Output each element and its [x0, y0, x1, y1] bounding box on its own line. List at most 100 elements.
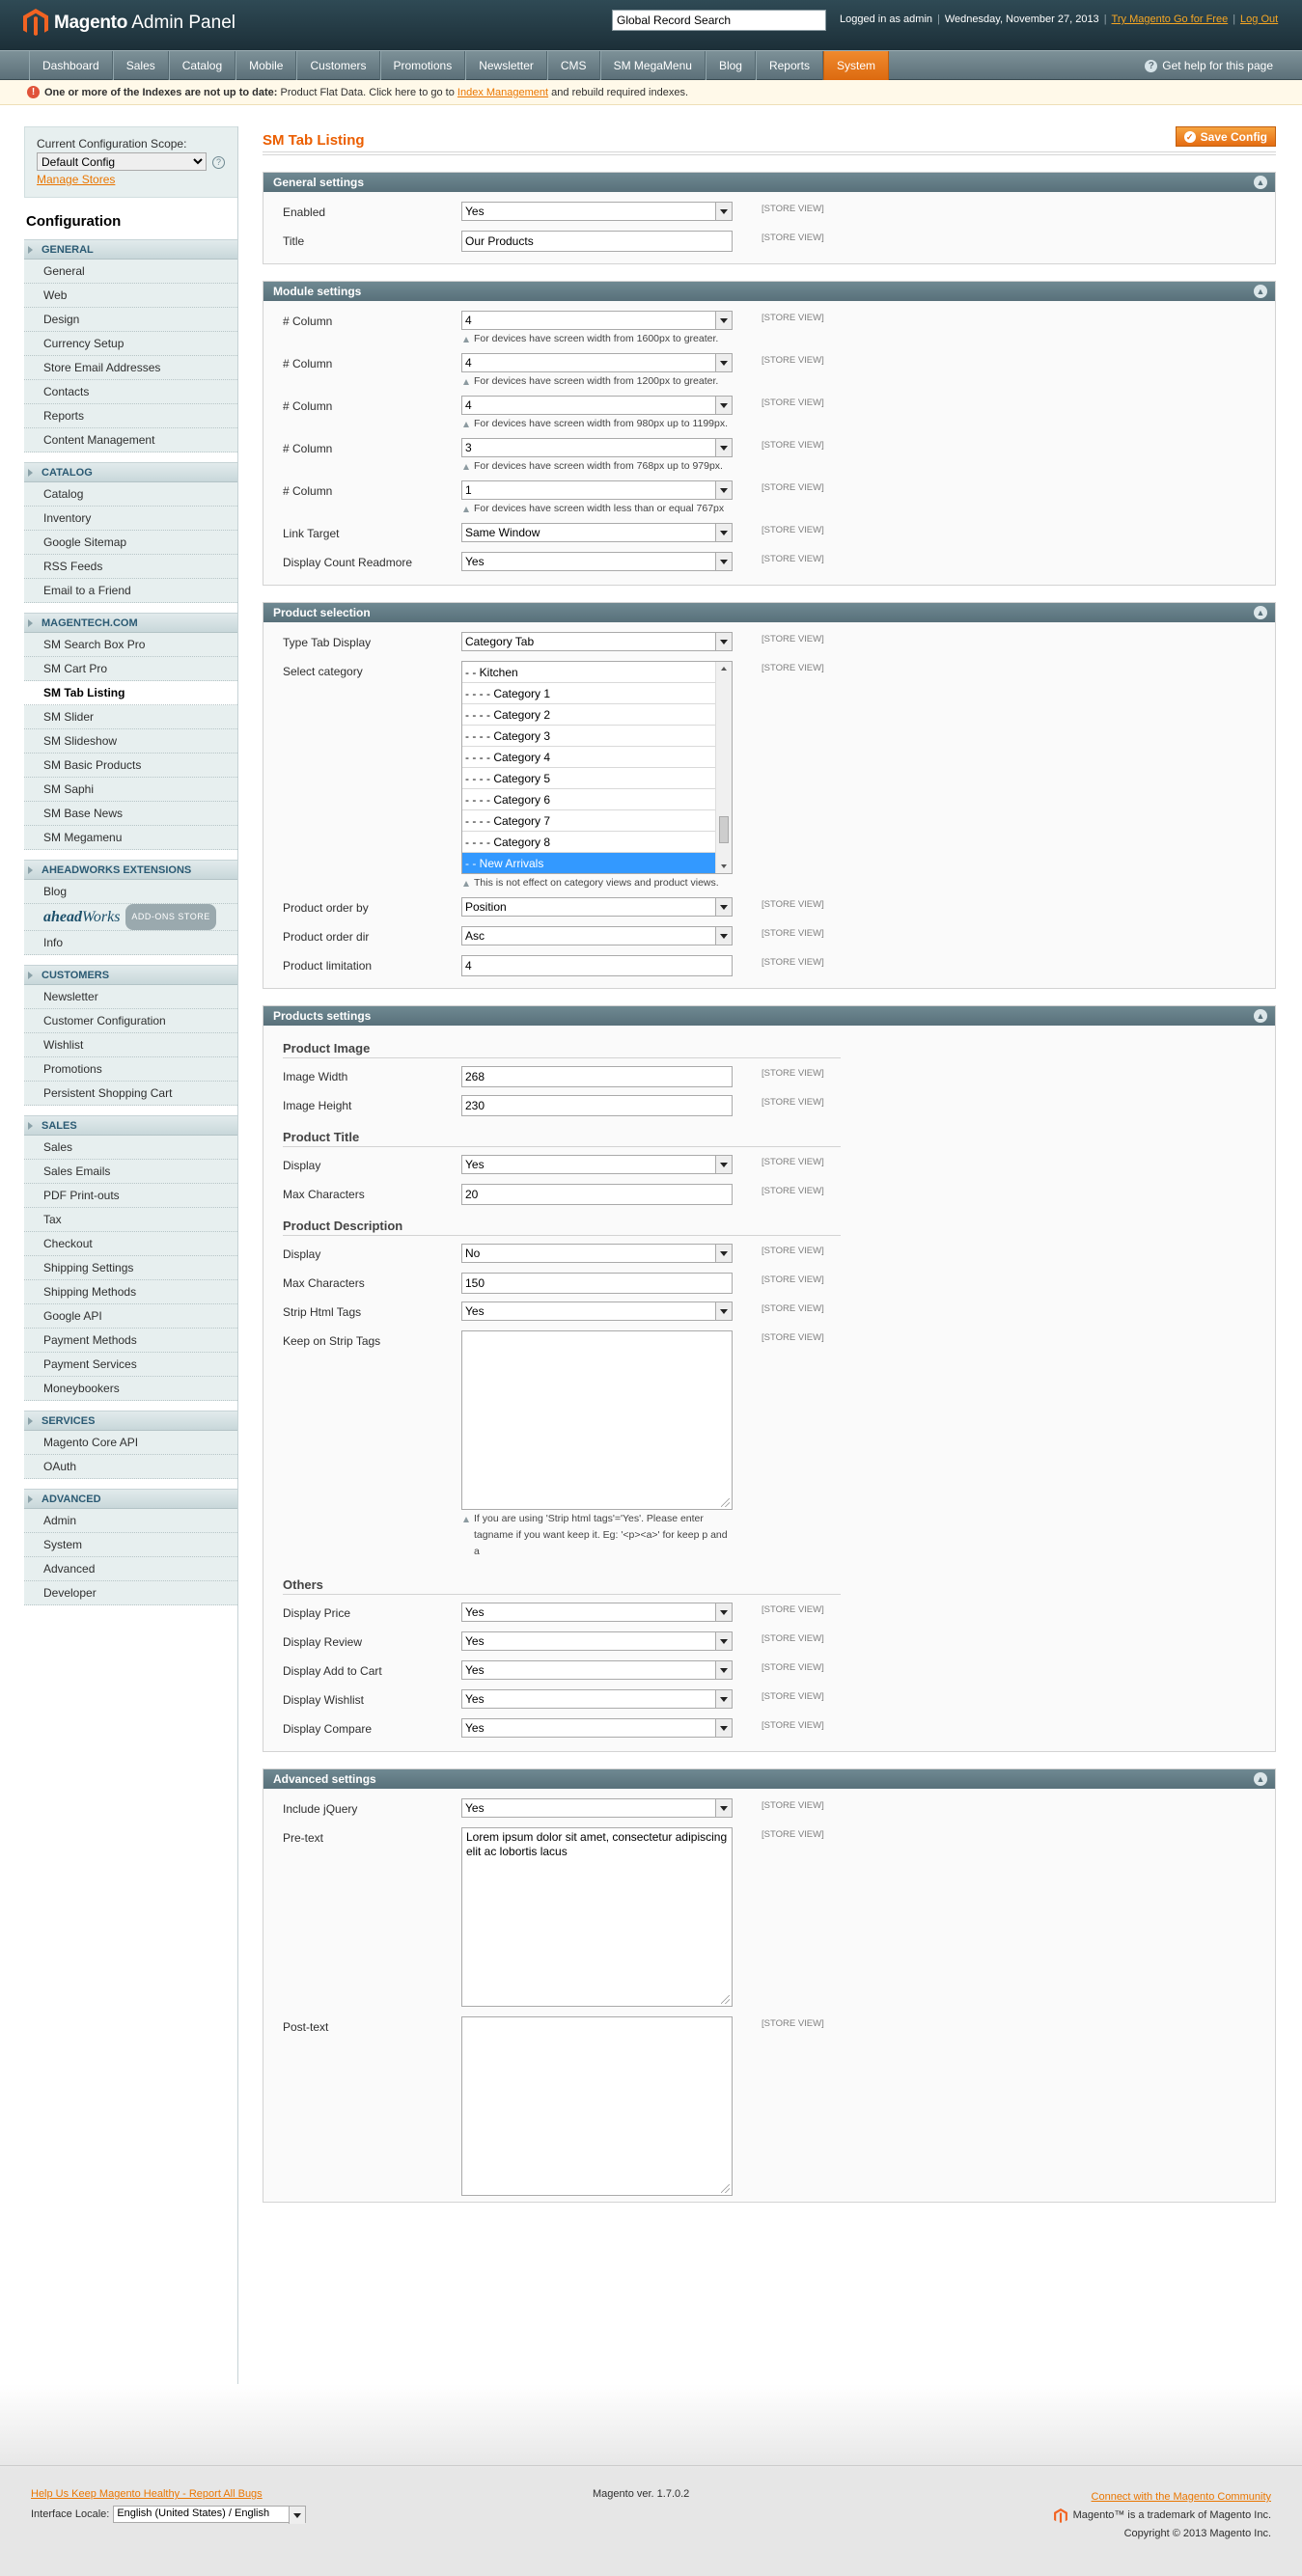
sidebar-item[interactable]: Promotions	[24, 1057, 237, 1082]
include-jquery-select[interactable]: Yes	[461, 1798, 733, 1818]
display-compare-select[interactable]: Yes	[461, 1718, 733, 1738]
category-option[interactable]: - - - - Category 5	[462, 768, 715, 789]
display-wishlist-select[interactable]: Yes	[461, 1689, 733, 1709]
sidebar-item[interactable]: Advanced	[24, 1557, 237, 1581]
section-header[interactable]: Product selection ▲	[263, 603, 1275, 622]
limit-input[interactable]: 4	[461, 955, 733, 976]
enabled-select[interactable]: Yes	[461, 202, 733, 221]
sidebar-item[interactable]: Admin	[24, 1509, 237, 1533]
column-select[interactable]: 4	[461, 353, 733, 372]
sidebar-item[interactable]: Design	[24, 308, 237, 332]
scrollbar[interactable]	[715, 662, 732, 873]
sidebar-item[interactable]: SM Slideshow	[24, 729, 237, 754]
sidebar-item[interactable]: RSS Feeds	[24, 555, 237, 579]
sidebar-item[interactable]: Shipping Settings	[24, 1256, 237, 1280]
sidebar-item[interactable]: SM Cart Pro	[24, 657, 237, 681]
index-management-link[interactable]: Index Management	[457, 87, 548, 98]
sidebar-item[interactable]: Currency Setup	[24, 332, 237, 356]
readmore-select[interactable]: Yes	[461, 552, 733, 571]
sidebar-item[interactable]: Blog	[24, 880, 237, 904]
scope-select[interactable]: Default Config	[37, 152, 207, 171]
sidebar-item[interactable]: Contacts	[24, 380, 237, 404]
section-header[interactable]: Advanced settings ▲	[263, 1769, 1275, 1789]
order-dir-select[interactable]: Asc	[461, 926, 733, 945]
locale-select[interactable]: English (United States) / English	[113, 2506, 307, 2524]
nav-reports[interactable]: Reports	[755, 51, 823, 80]
try-magento-link[interactable]: Try Magento Go for Free	[1112, 14, 1229, 25]
category-option[interactable]: - - - - Category 7	[462, 810, 715, 832]
sidebar-item[interactable]: Sales Emails	[24, 1160, 237, 1184]
section-header[interactable]: Products settings ▲	[263, 1006, 1275, 1026]
sidebar-item[interactable]: SM Tab Listing	[24, 681, 237, 705]
collapse-icon[interactable]: ▲	[1254, 176, 1267, 189]
nav-promotions[interactable]: Promotions	[379, 51, 466, 80]
display-review-select[interactable]: Yes	[461, 1631, 733, 1651]
magento-logo[interactable]: Magento Admin Panel	[23, 9, 235, 38]
desc-max-input[interactable]: 150	[461, 1273, 733, 1294]
sidebar-item[interactable]: SM Base News	[24, 802, 237, 826]
sidebar-item[interactable]: Tax	[24, 1208, 237, 1232]
category-option[interactable]: - - - - Category 2	[462, 704, 715, 726]
report-bugs-link[interactable]: Help Us Keep Magento Healthy - Report Al…	[31, 2488, 263, 2500]
category-option[interactable]: - - - - Category 1	[462, 683, 715, 704]
community-link[interactable]: Connect with the Magento Community	[1092, 2491, 1271, 2503]
sidebar-item[interactable]: Moneybookers	[24, 1377, 237, 1401]
sidebar-item[interactable]: Shipping Methods	[24, 1280, 237, 1304]
sidebar-item[interactable]: SM Saphi	[24, 778, 237, 802]
nav-system[interactable]: System	[823, 51, 890, 80]
post-text-textarea[interactable]	[461, 2016, 733, 2196]
sidebar-group-header[interactable]: SERVICES	[24, 1411, 238, 1431]
pre-text-textarea[interactable]: Lorem ipsum dolor sit amet, consectetur …	[461, 1827, 733, 2007]
save-config-button[interactable]: ✓ Save Config	[1175, 126, 1276, 147]
sidebar-item[interactable]: Checkout	[24, 1232, 237, 1256]
collapse-icon[interactable]: ▲	[1254, 606, 1267, 619]
title-display-select[interactable]: Yes	[461, 1155, 733, 1174]
nav-customers[interactable]: Customers	[296, 51, 380, 80]
column-select[interactable]: 3	[461, 438, 733, 457]
sidebar-group-header[interactable]: ADVANCED	[24, 1490, 238, 1509]
sidebar-item[interactable]: SM Slider	[24, 705, 237, 729]
sidebar-item[interactable]: Developer	[24, 1581, 237, 1605]
column-select[interactable]: 1	[461, 480, 733, 500]
help-link[interactable]: ? Get help for this page	[1145, 59, 1273, 72]
sidebar-item[interactable]: Content Management	[24, 428, 237, 452]
sidebar-item[interactable]: Google Sitemap	[24, 531, 237, 555]
sidebar-item[interactable]: Google API	[24, 1304, 237, 1329]
aheadworks-logo[interactable]: aheadWorks ADD-ONS STORE	[24, 904, 237, 931]
order-by-select[interactable]: Position	[461, 897, 733, 917]
display-cart-select[interactable]: Yes	[461, 1660, 733, 1680]
desc-display-select[interactable]: No	[461, 1244, 733, 1263]
nav-mobile[interactable]: Mobile	[235, 51, 297, 80]
display-price-select[interactable]: Yes	[461, 1603, 733, 1622]
sidebar-item[interactable]: Customer Configuration	[24, 1009, 237, 1033]
sidebar-item[interactable]: Payment Methods	[24, 1329, 237, 1353]
sidebar-item[interactable]: Payment Services	[24, 1353, 237, 1377]
sidebar-item[interactable]: Wishlist	[24, 1033, 237, 1057]
sidebar-group-header[interactable]: GENERAL	[24, 240, 238, 260]
category-option[interactable]: - - - - Category 8	[462, 832, 715, 853]
sidebar-group-header[interactable]: MAGENTECH.COM	[24, 614, 238, 633]
sidebar-item[interactable]: Newsletter	[24, 985, 237, 1009]
keep-tags-textarea[interactable]	[461, 1330, 733, 1510]
sidebar-item[interactable]: SM Basic Products	[24, 754, 237, 778]
sidebar-item[interactable]: Email to a Friend	[24, 579, 237, 603]
sidebar-item[interactable]: General	[24, 260, 237, 284]
collapse-icon[interactable]: ▲	[1254, 285, 1267, 298]
strip-tags-select[interactable]: Yes	[461, 1302, 733, 1321]
image-height-input[interactable]: 230	[461, 1095, 733, 1116]
category-option[interactable]: - - Kitchen	[462, 662, 715, 683]
title-input[interactable]: Our Products	[461, 231, 733, 252]
sidebar-item[interactable]: Inventory	[24, 507, 237, 531]
sidebar-item[interactable]: Magento Core API	[24, 1431, 237, 1455]
category-option[interactable]: - - - - Category 3	[462, 726, 715, 747]
category-option[interactable]: - - - - Category 4	[462, 747, 715, 768]
column-select[interactable]: 4	[461, 396, 733, 415]
sidebar-item[interactable]: Persistent Shopping Cart	[24, 1082, 237, 1106]
nav-cms[interactable]: CMS	[546, 51, 600, 80]
sidebar-group-header[interactable]: CUSTOMERS	[24, 966, 238, 985]
scroll-up-icon[interactable]	[721, 667, 727, 671]
sidebar-item[interactable]: Web	[24, 284, 237, 308]
sidebar-item[interactable]: SM Megamenu	[24, 826, 237, 850]
sidebar-group-header[interactable]: CATALOG	[24, 463, 238, 482]
category-option[interactable]: - - - - Category 6	[462, 789, 715, 810]
